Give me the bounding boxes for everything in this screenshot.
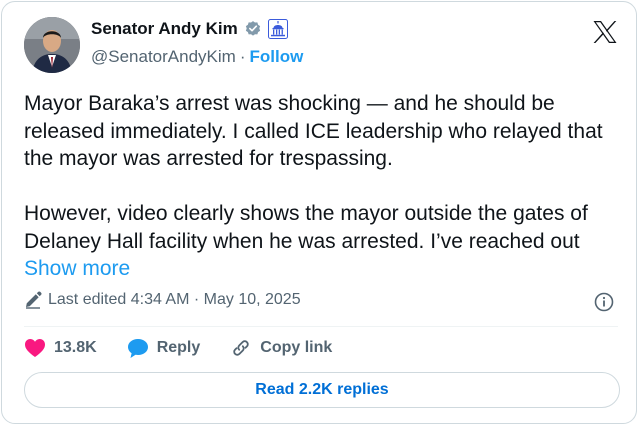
pencil-icon: [24, 291, 42, 309]
read-replies-button[interactable]: Read 2.2K replies: [24, 372, 620, 408]
verified-badge-icon: [244, 20, 262, 38]
edited-timestamp-row[interactable]: Last edited 4:34 AM · May 10, 2025: [24, 291, 301, 309]
avatar[interactable]: [24, 17, 80, 73]
heart-icon: [24, 338, 46, 358]
author-name-row: Senator Andy Kim: [91, 19, 288, 39]
info-icon[interactable]: [594, 292, 614, 312]
x-logo-icon[interactable]: [592, 20, 618, 44]
edited-timestamp: Last edited 4:34 AM · May 10, 2025: [48, 291, 301, 308]
speech-bubble-icon: [127, 338, 149, 359]
link-icon: [230, 337, 252, 359]
post-text: Mayor Baraka’s arrest was shocking — and…: [24, 90, 624, 283]
reply-label: Reply: [156, 339, 201, 356]
follow-button[interactable]: Follow: [250, 47, 304, 66]
show-more-link[interactable]: Show more: [24, 257, 130, 280]
author-name[interactable]: Senator Andy Kim: [91, 19, 238, 39]
like-button[interactable]: 13.8K: [24, 338, 97, 358]
post-paragraph-1: Mayor Baraka’s arrest was shocking — and…: [24, 92, 603, 170]
author-handle-row: @SenatorAndyKim · Follow: [91, 47, 303, 67]
avatar-photo: [24, 17, 80, 73]
embedded-post-card: Senator Andy Kim @SenatorAndyKim · Follow: [1, 1, 637, 424]
like-count: 13.8K: [54, 339, 97, 356]
reply-button[interactable]: Reply: [127, 338, 201, 359]
handle-separator: ·: [239, 47, 246, 66]
read-replies-label: Read 2.2K replies: [255, 381, 389, 398]
copy-link-label: Copy link: [260, 339, 333, 356]
post-paragraph-2-text: However, video clearly shows the mayor o…: [24, 202, 588, 253]
author-handle[interactable]: @SenatorAndyKim: [91, 47, 236, 66]
copy-link-button[interactable]: Copy link: [230, 337, 332, 359]
divider: [24, 326, 618, 327]
post-paragraph-2: However, video clearly shows the mayor o…: [24, 200, 624, 283]
action-bar: 13.8K Reply Copy link: [24, 337, 332, 359]
government-capitol-icon: [267, 19, 288, 39]
